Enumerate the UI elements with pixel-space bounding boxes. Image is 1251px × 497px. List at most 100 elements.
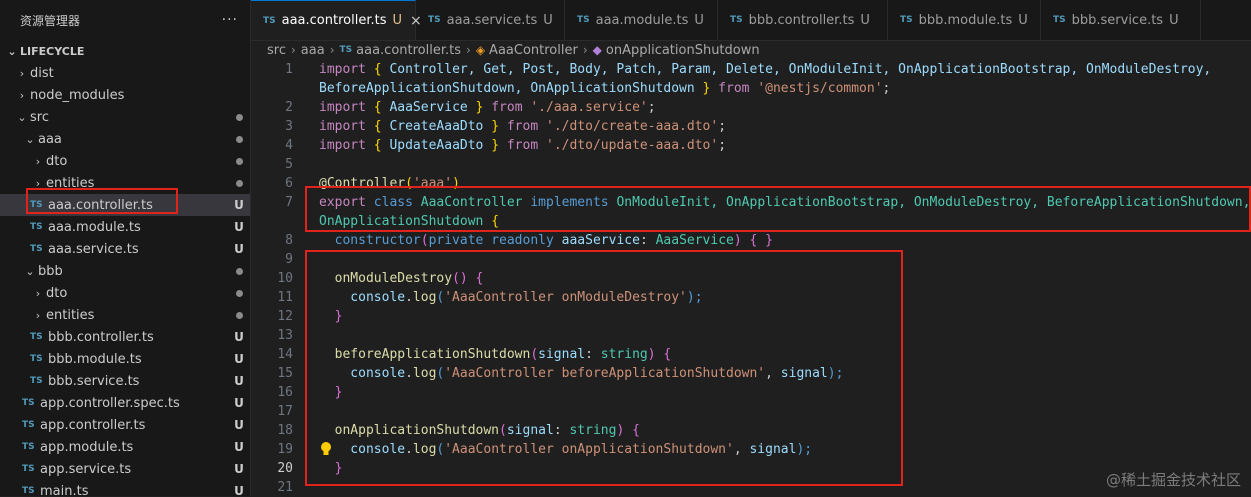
code-line: 4 import { UpdateAaaDto } from './dto/upd… — [251, 136, 1251, 155]
modified-dot-icon — [228, 113, 250, 121]
untracked-status: U — [234, 374, 244, 388]
tree-file-app-service[interactable]: TS app.service.ts U — [0, 458, 250, 480]
code-line: 7 export class AaaController implements O… — [251, 193, 1251, 212]
tree-file-main[interactable]: TS main.ts U — [0, 480, 250, 497]
breadcrumb-aaa[interactable]: aaa — [301, 43, 325, 58]
code-text: import { UpdateAaaDto } from './dto/upda… — [319, 138, 727, 153]
code-text: beforeApplicationShutdown(signal: string… — [319, 347, 672, 362]
breadcrumb-src[interactable]: src — [267, 43, 286, 58]
code-text: import { AaaService } from './aaa.servic… — [319, 100, 656, 115]
tree-folder-dist[interactable]: › dist — [0, 62, 250, 84]
code-text: onApplicationShutdown(signal: string) { — [319, 423, 640, 438]
tab-aaa-controller[interactable]: TS aaa.controller.ts U × — [251, 0, 422, 40]
code-line: 11 console.log('AaaController onModuleDe… — [251, 288, 1251, 307]
chevron-right-icon: › — [290, 43, 296, 57]
chevron-right-icon: › — [35, 286, 41, 300]
line-number: 5 — [285, 157, 293, 172]
typescript-file-icon: TS — [22, 398, 35, 408]
tree-file-bbb-module[interactable]: TS bbb.module.ts U — [0, 348, 250, 370]
modified-dot-icon — [228, 267, 250, 275]
typescript-file-icon: TS — [30, 354, 43, 364]
tree-folder-aaa[interactable]: ⌄ aaa — [0, 128, 250, 150]
tree-file-aaa-service[interactable]: TS aaa.service.ts U — [0, 238, 250, 260]
code-line: 15 console.log('AaaController beforeAppl… — [251, 364, 1251, 383]
typescript-file-icon: TS — [30, 332, 43, 342]
tab-bbb-service[interactable]: TS bbb.service.ts U — [1041, 0, 1201, 40]
code-line: 2 import { AaaService } from './aaa.servi… — [251, 98, 1251, 117]
code-text: BeforeApplicationShutdown, OnApplication… — [319, 81, 891, 96]
typescript-file-icon: TS — [1053, 15, 1066, 25]
code-text: onModuleDestroy() { — [319, 271, 484, 286]
tree-file-app-module[interactable]: TS app.module.ts U — [0, 436, 250, 458]
tree-file-bbb-service[interactable]: TS bbb.service.ts U — [0, 370, 250, 392]
chevron-right-icon: › — [19, 66, 25, 80]
typescript-file-icon: TS — [30, 200, 43, 210]
line-number: 12 — [277, 309, 293, 324]
typescript-file-icon: TS — [30, 376, 43, 386]
workspace-section[interactable]: ⌄ LIFECYCLE — [0, 40, 250, 62]
typescript-file-icon: TS — [900, 15, 913, 25]
code-line: 12 } — [251, 307, 1251, 326]
line-number: 3 — [285, 119, 293, 134]
untracked-status: U — [234, 330, 244, 344]
code-line: 17 — [251, 402, 1251, 421]
tree-file-app-controller[interactable]: TS app.controller.ts U — [0, 414, 250, 436]
line-number: 21 — [277, 480, 293, 495]
code-text: export class AaaController implements On… — [319, 195, 1251, 210]
tree-folder-dto[interactable]: › dto — [0, 150, 250, 172]
chevron-right-icon: › — [466, 43, 471, 57]
typescript-file-icon: TS — [22, 420, 35, 430]
untracked-status: U — [234, 418, 244, 432]
workspace-name: LIFECYCLE — [20, 44, 85, 58]
chevron-right-icon: › — [329, 43, 335, 57]
lightbulb-icon[interactable] — [319, 441, 333, 457]
breadcrumb-method[interactable]: onApplicationShutdown — [606, 43, 760, 58]
line-number: 8 — [285, 233, 293, 248]
tree-file-aaa-module[interactable]: TS aaa.module.ts U — [0, 216, 250, 238]
code-text: import { CreateAaaDto } from './dto/crea… — [319, 119, 727, 134]
tab-aaa-service[interactable]: TS aaa.service.ts U — [416, 0, 565, 40]
code-line: 10 onModuleDestroy() { — [251, 269, 1251, 288]
watermark: @稀土掘金技术社区 — [1105, 471, 1241, 489]
chevron-right-icon: › — [35, 308, 41, 322]
line-number: 11 — [277, 290, 293, 305]
modified-dot-icon — [228, 311, 250, 319]
chevron-right-icon: › — [582, 43, 588, 57]
chevron-right-icon: › — [19, 88, 25, 102]
breadcrumb-class[interactable]: AaaController — [489, 43, 578, 58]
typescript-file-icon: TS — [730, 15, 743, 25]
tree-folder-entities[interactable]: › entities — [0, 304, 250, 326]
tab-aaa-module[interactable]: TS aaa.module.ts U — [565, 0, 718, 40]
code-line: 9 — [251, 250, 1251, 269]
tree-folder-node-modules[interactable]: › node_modules — [0, 84, 250, 106]
chevron-down-icon: ⌄ — [7, 44, 17, 58]
code-text: console.log('AaaController beforeApplica… — [319, 366, 844, 381]
code-line: 21 — [251, 478, 1251, 497]
tree-file-app-controller-spec[interactable]: TS app.controller.spec.ts U — [0, 392, 250, 414]
tree-folder-dto[interactable]: › dto — [0, 282, 250, 304]
line-number: 1 — [285, 62, 293, 77]
line-number: 7 — [285, 195, 293, 210]
chevron-down-icon: ⌄ — [17, 110, 27, 124]
line-number: 15 — [277, 366, 293, 381]
line-number: 4 — [285, 138, 293, 153]
tree-folder-src[interactable]: ⌄ src — [0, 106, 250, 128]
code-line: 3 import { CreateAaaDto } from './dto/cre… — [251, 117, 1251, 136]
code-text: console.log('AaaController onModuleDestr… — [319, 290, 703, 305]
line-number: 14 — [277, 347, 293, 362]
code-text: } — [319, 385, 343, 400]
tree-file-aaa-controller[interactable]: TS aaa.controller.ts U — [0, 194, 250, 216]
code-line-wrap: BeforeApplicationShutdown, OnApplication… — [251, 79, 1251, 98]
tree-folder-bbb[interactable]: ⌄ bbb — [0, 260, 250, 282]
code-line: 1 import { Controller, Get, Post, Body, P… — [251, 60, 1251, 79]
tree-file-bbb-controller[interactable]: TS bbb.controller.ts U — [0, 326, 250, 348]
code-editor[interactable]: 1 import { Controller, Get, Post, Body, P… — [251, 60, 1251, 496]
untracked-status: U — [234, 242, 244, 256]
tab-bbb-module[interactable]: TS bbb.module.ts U — [888, 0, 1041, 40]
breadcrumb-file[interactable]: aaa.controller.ts — [356, 43, 461, 58]
tree-folder-entities[interactable]: › entities — [0, 172, 250, 194]
line-number: 17 — [277, 404, 293, 419]
tab-bbb-controller[interactable]: TS bbb.controller.ts U — [718, 0, 888, 40]
explorer-title: 资源管理器 — [20, 13, 81, 28]
more-actions-icon[interactable]: ··· — [222, 12, 238, 28]
